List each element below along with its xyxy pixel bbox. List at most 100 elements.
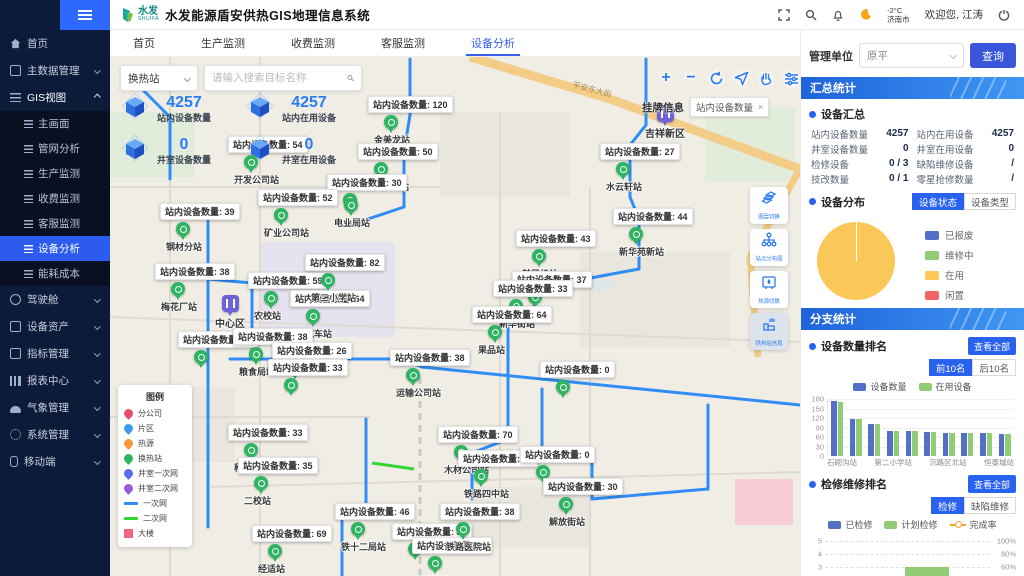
heat-exchange-station-pin-icon[interactable] xyxy=(474,469,488,483)
station-marker[interactable]: 站内设备数量: 0 xyxy=(540,361,615,394)
station-type-select[interactable]: 换热站 xyxy=(120,65,198,91)
heat-exchange-station-pin-icon[interactable] xyxy=(268,544,282,558)
heat-exchange-station-pin-icon[interactable] xyxy=(532,249,546,263)
map-canvas[interactable]: SuperMap 平安东大街 换热站 xyxy=(110,57,800,576)
station-marker[interactable]: 站内设备数量: 38铁路医院站 xyxy=(440,503,520,553)
sidebar-item-5[interactable]: 指标管理 xyxy=(0,340,110,367)
heat-exchange-station-pin-icon[interactable] xyxy=(264,291,278,305)
map-search-input[interactable] xyxy=(212,72,347,84)
pan-hand-icon[interactable] xyxy=(758,71,774,87)
station-marker[interactable]: 站内设备数量: 38运输公司站 xyxy=(390,349,470,399)
station-marker[interactable]: 站内设备数量: 82第二小学站 xyxy=(305,254,385,304)
sidebar-item-4[interactable]: 设备资产 xyxy=(0,313,110,340)
sidebar-item-6[interactable]: 报表中心 xyxy=(0,367,110,394)
heat-exchange-station-pin-icon[interactable] xyxy=(284,378,298,392)
station-marker[interactable]: 站内设备数量: 39钢材分站 xyxy=(160,203,240,253)
sidebar-item-3[interactable]: 驾驶舱 xyxy=(0,286,110,313)
map-tool-2[interactable]: 热源切换 xyxy=(750,271,788,308)
station-marker[interactable]: 电业局站 xyxy=(328,196,370,229)
tab-1[interactable]: 生产监测 xyxy=(178,30,268,56)
heat-exchange-station-pin-icon[interactable] xyxy=(194,350,208,364)
summary-label: 井室设备数量 xyxy=(811,142,877,156)
heat-exchange-station-pin-icon[interactable] xyxy=(616,162,630,176)
heat-exchange-station-pin-icon[interactable] xyxy=(406,368,420,382)
fullscreen-icon[interactable] xyxy=(778,9,790,21)
map-tool-1[interactable]: 站点分布图 xyxy=(750,229,788,266)
sidebar-subitem-4[interactable]: 客服监测 xyxy=(0,211,110,236)
dark-mode-moon-icon[interactable] xyxy=(859,8,872,21)
tab-4[interactable]: 设备分析 xyxy=(448,30,538,56)
station-marker[interactable]: 站内设备数量: 30解放街站 xyxy=(543,478,623,528)
logout-power-icon[interactable] xyxy=(998,9,1010,21)
sidebar-subitem-2[interactable]: 生产监测 xyxy=(0,161,110,186)
distribution-toggle-0[interactable]: 设备状态 xyxy=(912,193,964,210)
heat-exchange-station-pin-icon[interactable] xyxy=(559,497,573,511)
notification-bell-icon[interactable] xyxy=(832,9,844,21)
tab-3[interactable]: 客服监测 xyxy=(358,30,448,56)
sidebar-subitem-3[interactable]: 收费监测 xyxy=(0,186,110,211)
station-marker[interactable]: 站内设备数量: 35二校站 xyxy=(238,457,318,507)
tag-remove-icon[interactable]: × xyxy=(758,102,763,112)
search-icon[interactable] xyxy=(805,9,817,21)
sidebar-item-8[interactable]: 系统管理 xyxy=(0,421,110,448)
heat-exchange-station-pin-icon[interactable] xyxy=(249,347,263,361)
heat-exchange-station-pin-icon[interactable] xyxy=(171,282,185,296)
heat-exchange-station-pin-icon[interactable] xyxy=(351,522,365,536)
maintenance-toggle-1[interactable]: 缺陷维修 xyxy=(964,497,1016,514)
heat-exchange-station-pin-icon[interactable] xyxy=(384,115,398,129)
sidebar-item-7[interactable]: 气象管理 xyxy=(0,394,110,421)
tag-chip[interactable]: 站内设备数量 × xyxy=(690,97,769,117)
sidebar-subitem-1[interactable]: 管网分析 xyxy=(0,136,110,161)
navigate-icon[interactable] xyxy=(733,71,749,87)
heat-exchange-station-pin-icon[interactable] xyxy=(428,556,442,570)
station-marker[interactable]: 站内设备数量: 27水云轩站 xyxy=(600,143,680,193)
heat-exchange-station-pin-icon[interactable] xyxy=(556,380,570,394)
heat-exchange-station-pin-icon[interactable] xyxy=(176,222,190,236)
zoom-in-icon[interactable]: + xyxy=(658,71,674,87)
tab-2[interactable]: 收费监测 xyxy=(268,30,358,56)
heat-exchange-station-pin-icon[interactable] xyxy=(536,465,550,479)
station-marker[interactable]: 站内设备数量: 44新华苑新站 xyxy=(613,208,693,258)
station-marker[interactable]: 站内设备数量: 33 xyxy=(268,359,348,392)
sidebar-subitem-5[interactable]: 设备分析 xyxy=(0,236,110,261)
heat-exchange-station-pin-icon[interactable] xyxy=(244,443,258,457)
sidebar-subitem-6[interactable]: 能耗成本 xyxy=(0,261,110,286)
heat-exchange-station-pin-icon[interactable] xyxy=(306,309,320,323)
area-marker[interactable]: 中心区 xyxy=(215,295,245,330)
heat-exchange-station-pin-icon[interactable] xyxy=(274,208,288,222)
station-marker[interactable]: 站内设备数量: 0 xyxy=(520,446,595,479)
tab-0[interactable]: 首页 xyxy=(110,30,178,56)
map-tool-3[interactable]: 供热站信息 xyxy=(750,313,788,350)
heat-exchange-station-pin-icon[interactable] xyxy=(629,227,643,241)
zoom-out-icon[interactable]: − xyxy=(683,71,699,87)
ranking-toggle-1[interactable]: 后10名 xyxy=(972,359,1016,376)
heat-exchange-station-pin-icon[interactable] xyxy=(321,273,335,287)
layer-settings-icon[interactable] xyxy=(783,71,799,87)
view-all-button[interactable]: 查看全部 xyxy=(968,337,1016,355)
heat-exchange-station-pin-icon[interactable] xyxy=(488,325,502,339)
sidebar-item-2[interactable]: GIS视图 xyxy=(0,84,110,111)
heat-exchange-station-pin-icon[interactable] xyxy=(344,198,358,212)
reset-view-icon[interactable] xyxy=(708,71,724,87)
station-marker[interactable]: 站内设备数量: 120金美龙站 xyxy=(368,96,453,146)
map-tool-0[interactable]: 图层切换 xyxy=(750,187,788,224)
station-marker[interactable]: 站内设备数量: 69经适站 xyxy=(252,525,332,575)
sidebar-item-0[interactable]: 首页 xyxy=(0,30,110,57)
search-icon[interactable] xyxy=(347,72,354,84)
maintenance-toggle-0[interactable]: 检修 xyxy=(931,497,964,514)
sidebar-subitem-0[interactable]: 主画面 xyxy=(0,111,110,136)
heat-exchange-station-pin-icon[interactable] xyxy=(254,476,268,490)
ranking-toggle-0[interactable]: 前10名 xyxy=(929,359,973,376)
sidebar-item-1[interactable]: 主数据管理 xyxy=(0,57,110,84)
view-all-button[interactable]: 查看全部 xyxy=(968,475,1016,493)
org-unit-select[interactable]: 原平 xyxy=(859,43,964,68)
station-marker[interactable]: 站内设备数量: 52矿业公司站 xyxy=(258,189,338,239)
distribution-toggle-1[interactable]: 设备类型 xyxy=(964,193,1016,210)
sidebar-item-9[interactable]: 移动端 xyxy=(0,448,110,475)
station-marker[interactable]: 站内设备数量: 64果品站 xyxy=(472,306,552,356)
heat-exchange-station-pin-icon[interactable] xyxy=(456,522,470,536)
sidebar-collapse-button[interactable] xyxy=(60,0,110,30)
district-pin-icon[interactable] xyxy=(222,295,239,312)
query-button[interactable]: 查询 xyxy=(970,43,1016,68)
map-search-box[interactable] xyxy=(204,65,362,91)
